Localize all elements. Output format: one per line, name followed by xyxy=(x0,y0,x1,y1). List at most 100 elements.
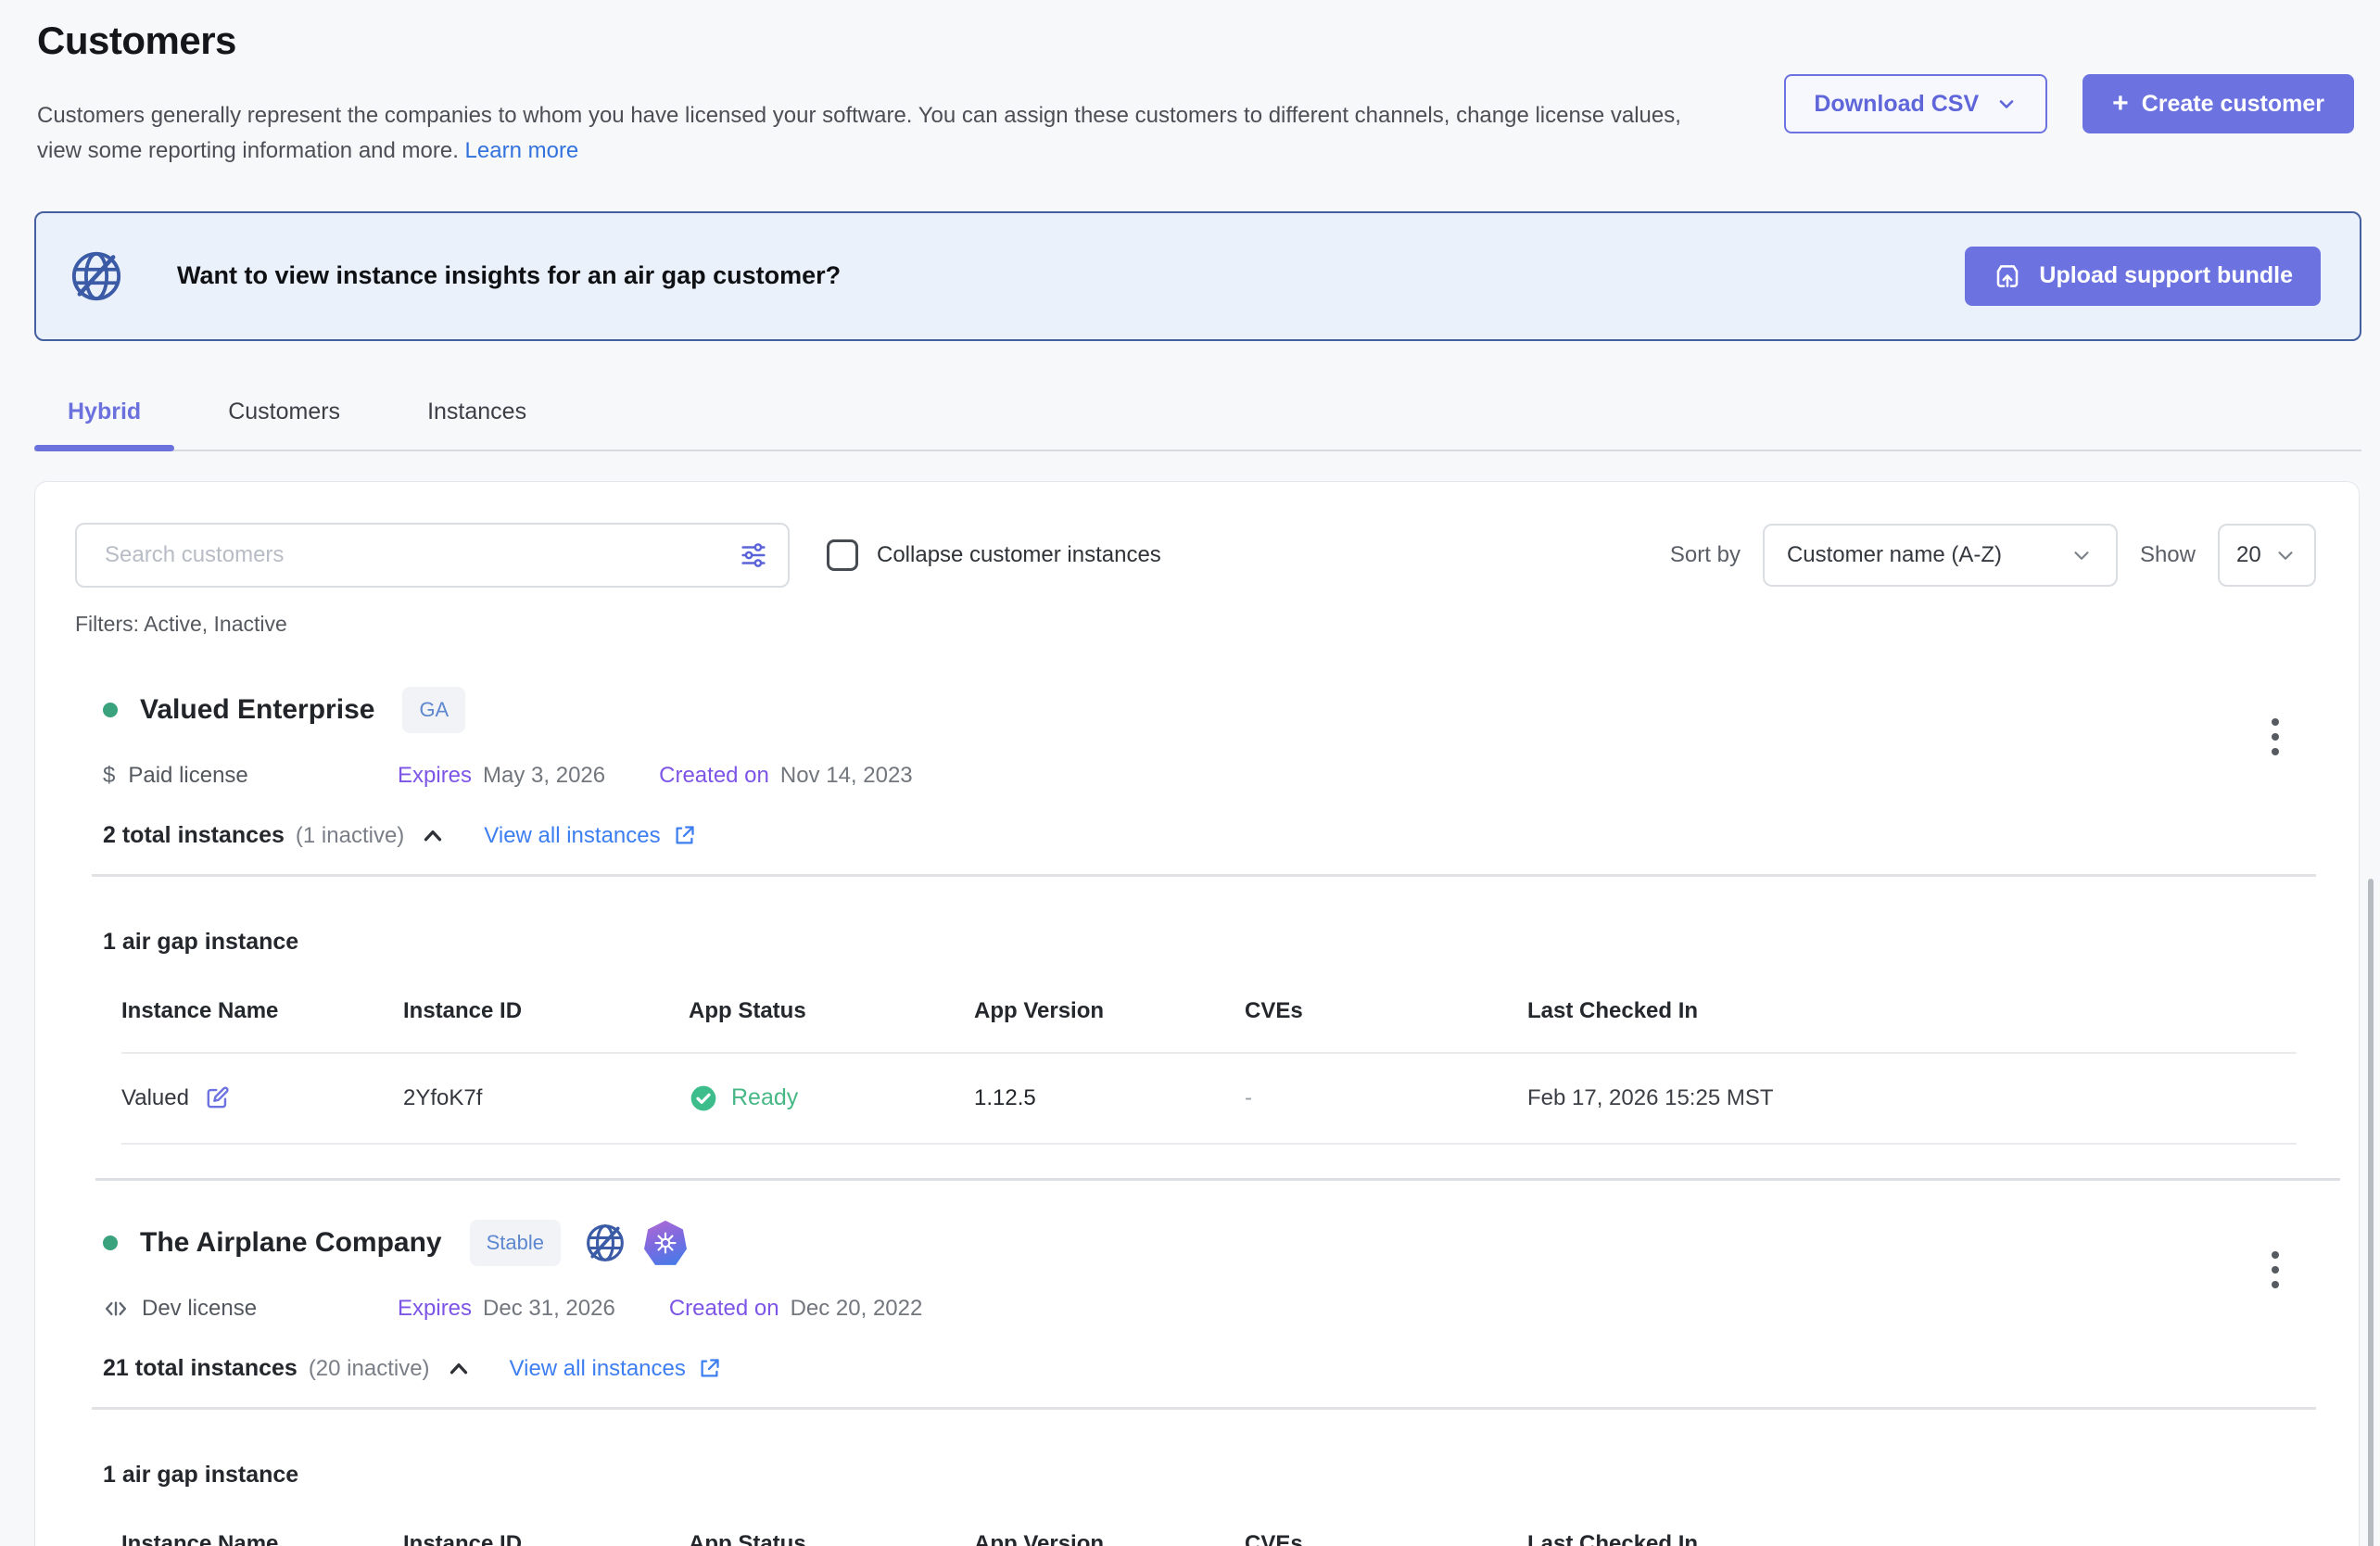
customer-name[interactable]: The Airplane Company xyxy=(140,1227,442,1259)
banner-title: Want to view instance insights for an ai… xyxy=(177,261,841,290)
scrollbar-thumb[interactable] xyxy=(2368,879,2374,1546)
search-wrap xyxy=(75,523,790,588)
customer-header: The Airplane Company Stable xyxy=(103,1220,2316,1266)
expires-group: Expires May 3, 2026 xyxy=(398,763,605,789)
page-description: Customers generally represent the compan… xyxy=(37,98,1705,169)
active-status-dot xyxy=(103,1236,118,1250)
channel-badge: Stable xyxy=(470,1220,561,1266)
chevron-down-icon xyxy=(2273,543,2298,567)
sort-by-value: Customer name (A-Z) xyxy=(1787,542,2002,568)
tab-customers[interactable]: Customers xyxy=(195,399,373,450)
table-row: Valued 2YfoK7f Ready 1.12.5 - Feb xyxy=(121,1054,2297,1145)
customer-card-the-airplane-company: The Airplane Company Stable xyxy=(103,1220,2316,1546)
view-all-instances-link[interactable]: View all instances xyxy=(510,1356,722,1382)
show-label: Show xyxy=(2140,542,2196,568)
sort-by-label: Sort by xyxy=(1670,542,1741,568)
divider xyxy=(92,874,2316,877)
divider xyxy=(92,1407,2316,1410)
collapse-chevron-up-icon[interactable] xyxy=(445,1355,473,1383)
instance-table: Instance Name Instance ID App Status App… xyxy=(121,998,2297,1145)
kubernetes-icon xyxy=(644,1221,687,1265)
app-status-cell: Ready xyxy=(689,1083,974,1113)
col-instance-name: Instance Name xyxy=(121,998,403,1024)
create-customer-label: Create customer xyxy=(2142,91,2324,118)
license-type-label: Paid license xyxy=(128,763,247,789)
view-all-instances-label: View all instances xyxy=(484,823,660,849)
expires-date: May 3, 2026 xyxy=(483,763,605,789)
collapse-instances-checkbox[interactable] xyxy=(827,539,858,571)
customer-card-valued-enterprise: Valued Enterprise GA $ Paid license Expi… xyxy=(103,687,2316,1145)
expires-label: Expires xyxy=(398,763,472,789)
instances-total: 2 total instances xyxy=(103,822,285,849)
download-csv-button[interactable]: Download CSV xyxy=(1784,74,2047,133)
customer-separator xyxy=(95,1178,2340,1181)
tab-instances[interactable]: Instances xyxy=(394,399,560,450)
toolbar: Collapse customer instances Sort by Cust… xyxy=(75,523,2316,588)
search-input[interactable] xyxy=(75,523,790,588)
customer-capability-icons xyxy=(585,1221,687,1265)
tab-hybrid[interactable]: Hybrid xyxy=(34,399,174,450)
airgap-globe-icon xyxy=(585,1223,626,1263)
upload-bundle-icon xyxy=(1993,261,2022,291)
col-cves: CVEs xyxy=(1245,1531,1527,1546)
tab-bar: Hybrid Customers Instances xyxy=(34,399,2361,451)
sort-by-select[interactable]: Customer name (A-Z) xyxy=(1763,524,2118,587)
airgap-banner: Want to view instance insights for an ai… xyxy=(34,211,2361,341)
col-cves: CVEs xyxy=(1245,998,1527,1024)
instances-total: 21 total instances xyxy=(103,1355,298,1382)
expires-date: Dec 31, 2026 xyxy=(483,1296,615,1322)
customer-menu-button[interactable] xyxy=(2266,1246,2285,1294)
active-filters-text: Filters: Active, Inactive xyxy=(75,612,2316,637)
instances-summary-row: 2 total instances (1 inactive) View all … xyxy=(103,822,2316,850)
airgap-globe-icon xyxy=(70,249,123,303)
expires-group: Expires Dec 31, 2026 xyxy=(398,1296,615,1322)
customer-menu-button[interactable] xyxy=(2266,713,2285,761)
created-group: Created on Nov 14, 2023 xyxy=(659,763,913,789)
download-csv-label: Download CSV xyxy=(1814,91,1979,118)
dollar-icon: $ xyxy=(103,763,115,789)
customer-name[interactable]: Valued Enterprise xyxy=(140,694,374,726)
instance-id-cell: 2YfoK7f xyxy=(403,1085,689,1111)
cves-cell: - xyxy=(1245,1085,1527,1111)
channel-badge: GA xyxy=(402,687,465,733)
col-instance-id: Instance ID xyxy=(403,1531,689,1546)
instance-name: Valued xyxy=(121,1085,189,1111)
ready-check-icon xyxy=(689,1083,718,1113)
col-app-version: App Version xyxy=(974,1531,1245,1546)
instances-inactive: (20 inactive) xyxy=(309,1356,430,1382)
view-all-instances-label: View all instances xyxy=(510,1356,686,1382)
plus-icon xyxy=(2112,90,2129,119)
col-last-checked-in: Last Checked In xyxy=(1527,998,2297,1024)
customers-panel: Collapse customer instances Sort by Cust… xyxy=(34,481,2360,1546)
view-all-instances-link[interactable]: View all instances xyxy=(484,823,696,849)
col-app-status: App Status xyxy=(689,998,974,1024)
external-link-icon xyxy=(672,823,697,848)
page-description-text: Customers generally represent the compan… xyxy=(37,103,1681,163)
instance-name-cell: Valued xyxy=(121,1084,403,1111)
collapse-instances-toggle[interactable]: Collapse customer instances xyxy=(827,539,1161,571)
create-customer-button[interactable]: Create customer xyxy=(2082,74,2354,133)
upload-support-bundle-label: Upload support bundle xyxy=(2039,262,2293,289)
airgap-instance-heading: 1 air gap instance xyxy=(103,929,2316,956)
instance-table-header: Instance Name Instance ID App Status App… xyxy=(121,998,2297,1054)
filter-sliders-icon[interactable] xyxy=(738,539,769,571)
license-type: $ Paid license xyxy=(103,763,398,789)
created-group: Created on Dec 20, 2022 xyxy=(669,1296,923,1322)
created-date: Nov 14, 2023 xyxy=(780,763,913,789)
instance-table-header: Instance Name Instance ID App Status App… xyxy=(121,1531,2297,1546)
col-instance-name: Instance Name xyxy=(121,1531,403,1546)
upload-support-bundle-button[interactable]: Upload support bundle xyxy=(1965,247,2321,306)
license-row: Dev license Expires Dec 31, 2026 Created… xyxy=(103,1296,2316,1322)
license-type: Dev license xyxy=(103,1296,398,1322)
learn-more-link[interactable]: Learn more xyxy=(465,138,579,163)
app-status-value: Ready xyxy=(731,1084,798,1111)
toolbar-right: Sort by Customer name (A-Z) Show 20 xyxy=(1670,524,2316,587)
header-actions: Download CSV Create customer xyxy=(1784,74,2354,133)
license-row: $ Paid license Expires May 3, 2026 Creat… xyxy=(103,763,2316,789)
instances-inactive: (1 inactive) xyxy=(296,823,404,849)
collapse-chevron-up-icon[interactable] xyxy=(419,822,447,850)
edit-icon[interactable] xyxy=(204,1084,231,1111)
created-label: Created on xyxy=(669,1296,779,1322)
instance-table: Instance Name Instance ID App Status App… xyxy=(121,1531,2297,1546)
show-select[interactable]: 20 xyxy=(2218,524,2316,587)
